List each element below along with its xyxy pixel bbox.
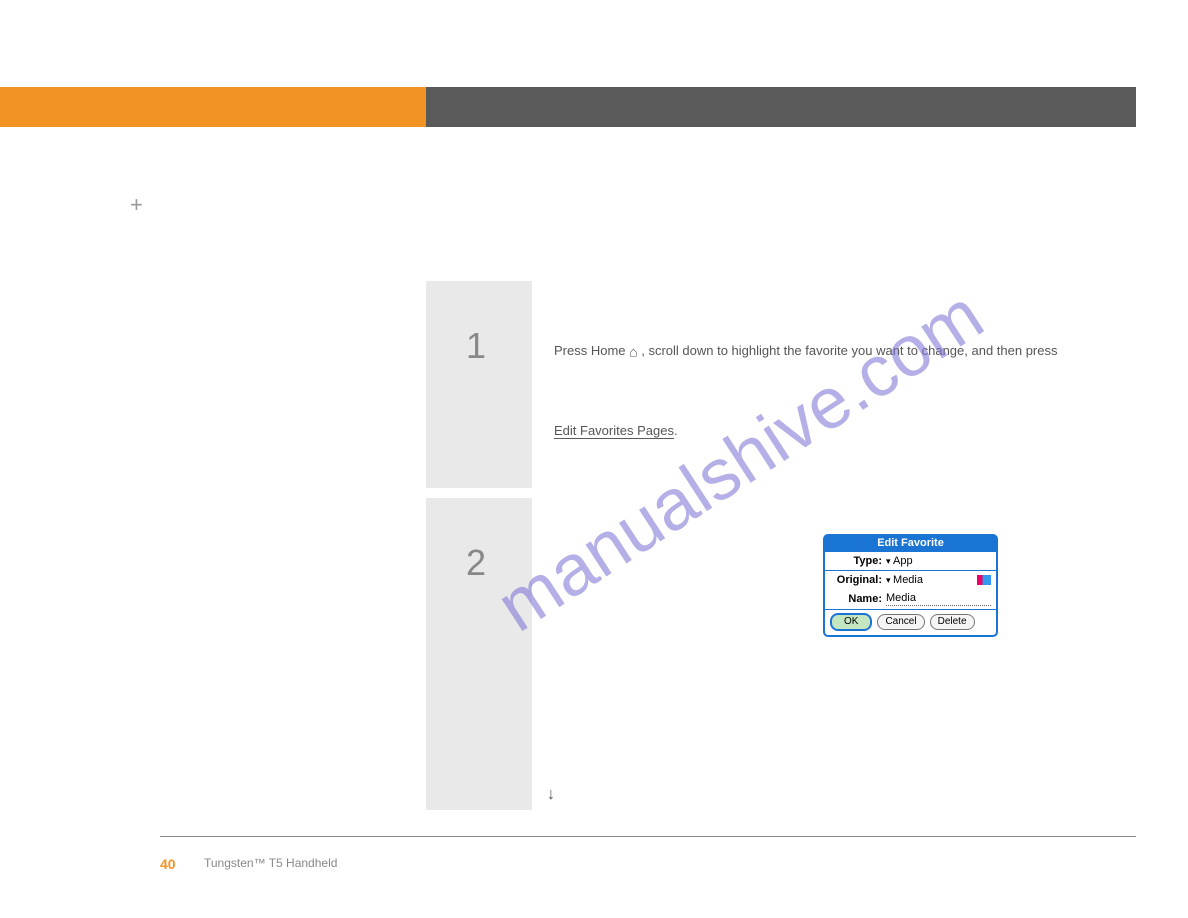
step-1-menu-item: Edit Favorites Pages. bbox=[554, 421, 678, 441]
step-1-number-column: 1 bbox=[426, 281, 532, 488]
chapter-header-right bbox=[426, 87, 1136, 127]
original-dropdown[interactable]: Media bbox=[886, 574, 923, 586]
edit-favorite-dialog: Edit Favorite Type: App Original: Media … bbox=[823, 534, 998, 637]
type-label: Type: bbox=[830, 555, 882, 567]
step-1-number: 1 bbox=[466, 325, 486, 367]
dialog-name-row: Name: Media bbox=[825, 589, 996, 609]
step-1-text-b: , scroll down to highlight the favorite … bbox=[641, 343, 1057, 358]
cancel-button[interactable]: Cancel bbox=[877, 614, 924, 630]
original-label: Original: bbox=[830, 574, 882, 586]
delete-button[interactable]: Delete bbox=[930, 614, 975, 630]
home-icon: ⌂ bbox=[629, 344, 637, 360]
plus-icon: + bbox=[130, 192, 143, 218]
chapter-header-bar bbox=[0, 87, 1136, 127]
step-1-text: Press Home ⌂ , scroll down to highlight … bbox=[554, 341, 1104, 362]
done-row: ↓ bbox=[547, 785, 555, 805]
footer-product-name: Tungsten™ T5 Handheld bbox=[204, 856, 337, 870]
done-icon: ↓ bbox=[547, 786, 555, 803]
step-1-container: 1 Press Home ⌂ , scroll down to highligh… bbox=[426, 281, 1135, 488]
ok-button[interactable]: OK bbox=[830, 613, 872, 631]
step-1-text-a: Press Home bbox=[554, 343, 629, 358]
chapter-header-left bbox=[0, 87, 426, 127]
page-number: 40 bbox=[160, 856, 176, 872]
app-icon bbox=[977, 575, 991, 585]
step-1-content: Press Home ⌂ , scroll down to highlight … bbox=[532, 281, 1135, 488]
dialog-button-row: OK Cancel Delete bbox=[825, 609, 996, 635]
type-dropdown[interactable]: App bbox=[886, 555, 913, 567]
step-2-number: 2 bbox=[466, 542, 486, 584]
step-1-period: . bbox=[674, 423, 678, 438]
step-2-number-column: 2 bbox=[426, 498, 532, 810]
dialog-original-row: Original: Media bbox=[825, 570, 996, 589]
step-2-container: 2 ↓ bbox=[426, 498, 1135, 810]
name-label: Name: bbox=[830, 593, 882, 605]
edit-favorites-underlined[interactable]: Edit Favorites Pages bbox=[554, 423, 674, 439]
footer-divider bbox=[160, 836, 1136, 837]
dialog-type-row: Type: App bbox=[825, 551, 996, 570]
name-field[interactable]: Media bbox=[886, 592, 991, 606]
dialog-title: Edit Favorite bbox=[825, 536, 996, 551]
